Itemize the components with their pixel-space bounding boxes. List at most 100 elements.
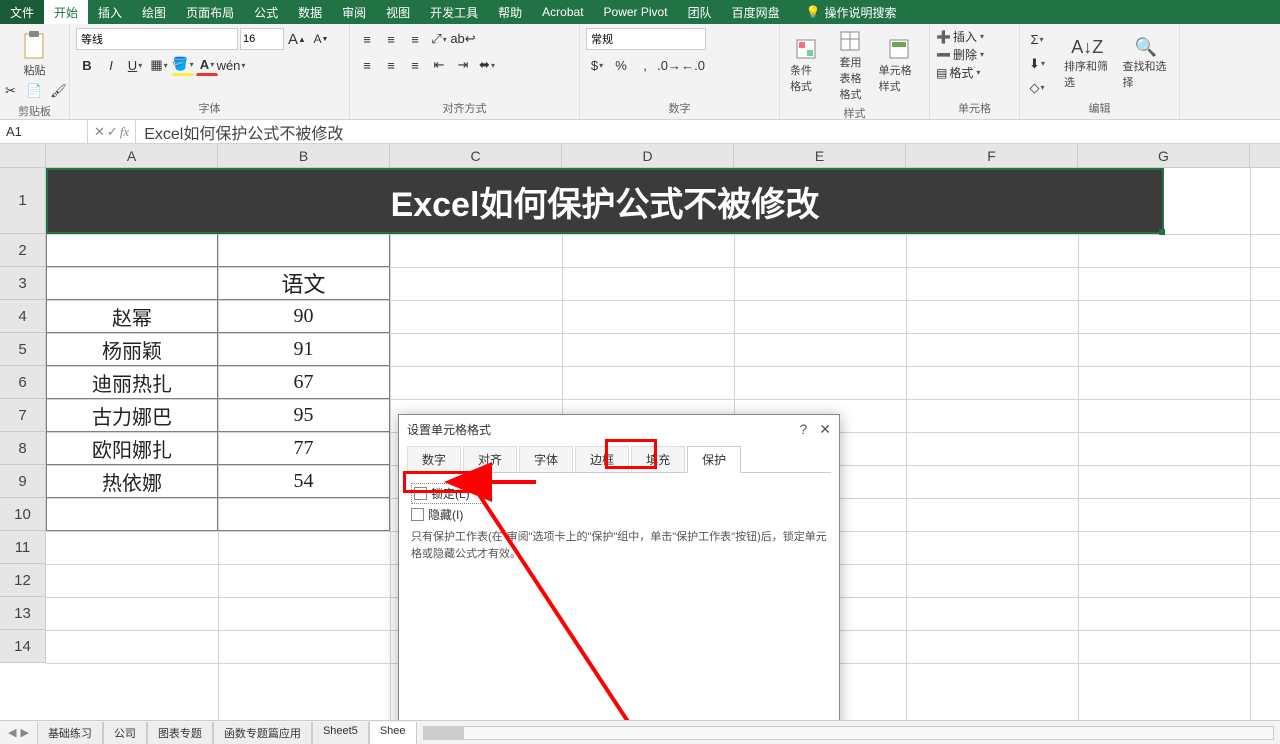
indent-increase-button[interactable]: ⇥ <box>452 54 474 76</box>
tab-powerpivot[interactable]: Power Pivot <box>594 0 678 24</box>
dialog-tab-字体[interactable]: 字体 <box>519 446 573 473</box>
row-header-11[interactable]: 11 <box>0 531 45 564</box>
row-header-9[interactable]: 9 <box>0 465 45 498</box>
sheet-tab[interactable]: 公司 <box>103 722 147 744</box>
row-header-7[interactable]: 7 <box>0 399 45 432</box>
title-cell[interactable]: Excel如何保护公式不被修改 <box>46 168 1164 234</box>
italic-button[interactable]: I <box>100 54 122 76</box>
tab-acrobat[interactable]: Acrobat <box>532 0 593 24</box>
sheet-tab[interactable]: Sheet5 <box>312 722 369 744</box>
border-button[interactable]: ▦▾ <box>148 54 170 76</box>
dialog-tab-填充[interactable]: 填充 <box>631 446 685 473</box>
tab-file[interactable]: 文件 <box>0 0 44 24</box>
cell[interactable]: 迪丽热扎 <box>46 366 218 399</box>
row-header-12[interactable]: 12 <box>0 564 45 597</box>
lock-checkbox[interactable] <box>414 487 427 500</box>
cell[interactable]: 语文 <box>218 267 390 300</box>
sheet-nav-next[interactable]: ▶ <box>20 726 28 739</box>
dialog-tab-保护[interactable]: 保护 <box>687 446 741 473</box>
row-header-13[interactable]: 13 <box>0 597 45 630</box>
cell[interactable]: 67 <box>218 366 390 399</box>
orientation-button[interactable]: ⤢▾ <box>428 28 450 50</box>
align-center-button[interactable]: ≡ <box>380 54 402 76</box>
dialog-close-button[interactable]: ✕ <box>819 421 831 438</box>
tell-me[interactable]: 💡操作说明搜索 <box>796 0 907 24</box>
underline-button[interactable]: U▾ <box>124 54 146 76</box>
align-top-button[interactable]: ≡ <box>356 28 378 50</box>
cell[interactable] <box>46 234 218 267</box>
lock-checkbox-row[interactable]: 锁定(L) <box>411 483 483 504</box>
formula-bar[interactable]: Excel如何保护公式不被修改 <box>136 120 1280 143</box>
tab-draw[interactable]: 绘图 <box>132 0 176 24</box>
copy-button[interactable]: 📄 <box>24 80 46 102</box>
cell[interactable] <box>46 267 218 300</box>
row-header-2[interactable]: 2 <box>0 234 45 267</box>
format-painter-button[interactable]: 🖌 <box>48 80 70 102</box>
sheet-nav-prev[interactable]: ◀ <box>8 726 16 739</box>
row-header-1[interactable]: 1 <box>0 168 45 234</box>
paste-button[interactable]: 粘贴 <box>17 28 53 80</box>
align-middle-button[interactable]: ≡ <box>380 28 402 50</box>
row-headers[interactable]: 1234567891011121314 <box>0 168 46 663</box>
indent-decrease-button[interactable]: ⇤ <box>428 54 450 76</box>
align-right-button[interactable]: ≡ <box>404 54 426 76</box>
font-name-select[interactable] <box>76 28 238 50</box>
delete-cells-button[interactable]: ➖删除▾ <box>936 46 984 63</box>
accept-formula-button[interactable]: ✓ <box>107 124 118 140</box>
cell[interactable] <box>46 498 218 531</box>
select-all-corner[interactable] <box>0 144 46 168</box>
cell[interactable] <box>218 498 390 531</box>
decrease-decimal-button[interactable]: ←.0 <box>682 54 704 76</box>
col-header-G[interactable]: G <box>1078 144 1250 167</box>
cell[interactable]: 热依娜 <box>46 465 218 498</box>
name-box[interactable]: A1 <box>0 120 88 143</box>
increase-font-button[interactable]: A▲ <box>286 28 308 50</box>
number-format-select[interactable] <box>586 28 706 50</box>
cell[interactable]: 赵幂 <box>46 300 218 333</box>
font-color-button[interactable]: A▾ <box>196 54 218 76</box>
sheet-tab[interactable]: 图表专题 <box>147 722 213 744</box>
row-header-6[interactable]: 6 <box>0 366 45 399</box>
bold-button[interactable]: B <box>76 54 98 76</box>
col-header-C[interactable]: C <box>390 144 562 167</box>
table-format-button[interactable]: 套用 表格格式 <box>830 28 870 104</box>
col-header-D[interactable]: D <box>562 144 734 167</box>
cell[interactable]: 杨丽颖 <box>46 333 218 366</box>
currency-button[interactable]: $▾ <box>586 54 608 76</box>
tab-review[interactable]: 审阅 <box>332 0 376 24</box>
tab-dev[interactable]: 开发工具 <box>420 0 488 24</box>
tab-view[interactable]: 视图 <box>376 0 420 24</box>
fx-button[interactable]: fx <box>120 124 129 140</box>
dialog-tab-数字[interactable]: 数字 <box>407 446 461 473</box>
percent-button[interactable]: % <box>610 54 632 76</box>
fill-button[interactable]: ⬇▾ <box>1026 53 1048 75</box>
cell[interactable]: 95 <box>218 399 390 432</box>
tab-baidu[interactable]: 百度网盘 <box>722 0 790 24</box>
cell[interactable]: 欧阳娜扎 <box>46 432 218 465</box>
phonetic-button[interactable]: wén▾ <box>220 54 242 76</box>
row-header-8[interactable]: 8 <box>0 432 45 465</box>
cell[interactable]: 91 <box>218 333 390 366</box>
increase-decimal-button[interactable]: .0→ <box>658 54 680 76</box>
clear-button[interactable]: ◇▾ <box>1026 77 1048 99</box>
tab-formulas[interactable]: 公式 <box>244 0 288 24</box>
cell-styles-button[interactable]: 单元格样式 <box>875 36 923 96</box>
col-header-A[interactable]: A <box>46 144 218 167</box>
cut-button[interactable]: ✂ <box>0 80 22 102</box>
format-cells-button[interactable]: ▤格式▾ <box>936 64 980 81</box>
horizontal-scrollbar[interactable] <box>423 726 1274 740</box>
dialog-help-button[interactable]: ? <box>799 421 807 438</box>
col-header-E[interactable]: E <box>734 144 906 167</box>
column-headers[interactable]: ABCDEFG <box>46 144 1280 168</box>
cell[interactable]: 90 <box>218 300 390 333</box>
wrap-text-button[interactable]: ab↩ <box>452 28 474 50</box>
comma-button[interactable]: , <box>634 54 656 76</box>
sheet-tab[interactable]: 函数专题篇应用 <box>213 722 312 744</box>
cancel-formula-button[interactable]: ✕ <box>94 124 105 140</box>
tab-home[interactable]: 开始 <box>44 0 88 24</box>
tab-team[interactable]: 团队 <box>678 0 722 24</box>
autosum-button[interactable]: Σ▾ <box>1026 29 1048 51</box>
align-bottom-button[interactable]: ≡ <box>404 28 426 50</box>
sheet-tab[interactable]: Shee <box>369 722 417 744</box>
tab-help[interactable]: 帮助 <box>488 0 532 24</box>
